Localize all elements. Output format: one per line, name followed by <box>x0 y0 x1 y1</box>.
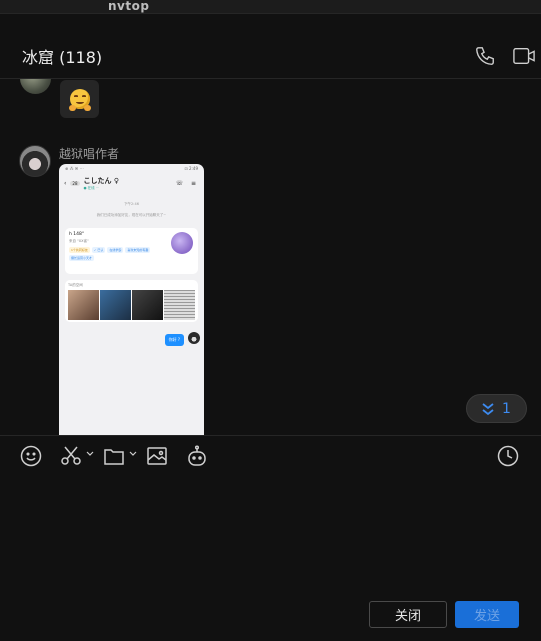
chat-header: 冰窟 (118) <box>0 14 541 79</box>
double-chevron-down-icon <box>482 402 494 415</box>
clock-icon[interactable] <box>497 445 519 467</box>
close-button[interactable]: 关闭 <box>369 601 447 628</box>
video-call-icon[interactable] <box>513 46 535 66</box>
message-list[interactable]: 越狱唱作者 ⊕ ⁂ ✉ ⋯ ⊡ 2:49 ‹ 28 こしたん ♀ ● 在线 ⋯ … <box>0 79 541 435</box>
send-button[interactable]: 发送 <box>455 601 519 628</box>
app-title: nvtop <box>108 0 150 13</box>
hugging-face-icon <box>68 89 91 111</box>
smiley-icon[interactable] <box>20 445 42 467</box>
title-bar: nvtop <box>0 0 541 14</box>
image-icon[interactable] <box>146 445 168 467</box>
unread-count: 1 <box>502 400 511 417</box>
input-toolbar <box>0 435 541 475</box>
chevron-down-icon[interactable] <box>86 451 94 457</box>
folder-icon[interactable] <box>103 445 125 467</box>
sender-name: 越狱唱作者 <box>59 147 120 161</box>
chevron-down-icon[interactable] <box>129 451 137 457</box>
image-message[interactable]: ⊕ ⁂ ✉ ⋯ ⊡ 2:49 ‹ 28 こしたん ♀ ● 在线 ⋯ ☏ ≡ 下午… <box>59 164 204 435</box>
phone-icon[interactable] <box>474 45 496 67</box>
unread-jump-button[interactable]: 1 <box>466 394 527 423</box>
avatar[interactable] <box>20 79 51 94</box>
emoji-message[interactable] <box>60 80 99 118</box>
robot-icon[interactable] <box>186 445 208 467</box>
avatar[interactable] <box>19 145 51 177</box>
chat-title: 冰窟 (118) <box>22 48 103 67</box>
message-input[interactable] <box>0 476 541 591</box>
scissors-icon[interactable] <box>60 445 82 467</box>
